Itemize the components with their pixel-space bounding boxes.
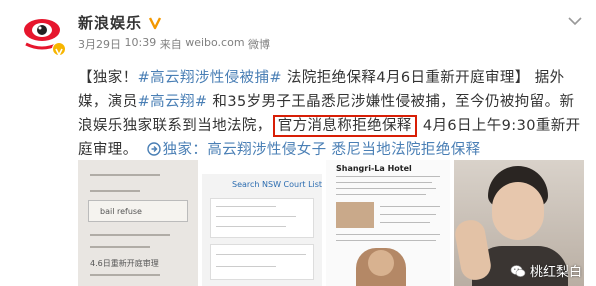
link-icon[interactable] (146, 142, 161, 156)
highlighted-text: 官方消息称拒绝保释 (272, 115, 417, 137)
article-link[interactable]: 独家：高云翔涉性侵女子 悉尼当地法院拒绝保释 (163, 142, 481, 158)
watermark-text: 桃红梨白 (529, 265, 582, 280)
watermark: 桃红梨白 (510, 261, 582, 280)
text-segment: 【独家！ (78, 70, 138, 86)
post-meta: 3月29日 10:39 来自 weibo.com 微博 (78, 36, 270, 52)
username[interactable]: 新浪娱乐 (78, 12, 142, 33)
post-text: 【独家！#高云翔涉性侵被捕# 法院拒绝保释4月6日重新开庭审理】 据外媒，演员#… (78, 66, 586, 162)
image-caption: Shangri-La Hotel (336, 164, 412, 173)
image-caption: 4.6日重新开庭审理 (90, 259, 159, 268)
vip-badge-icon (148, 16, 162, 29)
image-caption: bail refuse (100, 207, 142, 216)
image-thumbnail[interactable]: Search NSW Court Lists (202, 160, 322, 286)
verified-v-icon (52, 42, 66, 57)
source-label[interactable]: 微博 (248, 36, 270, 52)
source-prefix: 来自 (159, 38, 182, 51)
image-grid: bail refuse 4.6日重新开庭审理 Search NSW Court … (78, 160, 584, 286)
image-thumbnail[interactable]: Shangri-La Hotel (326, 160, 450, 286)
source-url[interactable]: weibo.com (185, 36, 244, 52)
chevron-down-icon[interactable] (568, 16, 582, 26)
image-thumbnail[interactable]: bail refuse 4.6日重新开庭审理 (78, 160, 198, 286)
hashtag-link[interactable]: #高云翔# (138, 94, 208, 110)
post-time: 10:39 (124, 36, 157, 49)
hashtag-link[interactable]: #高云翔涉性侵被捕# (138, 70, 282, 86)
wechat-icon (510, 264, 526, 277)
image-caption: Search NSW Court Lists (232, 180, 322, 189)
post-date: 3月29日 (78, 38, 121, 51)
